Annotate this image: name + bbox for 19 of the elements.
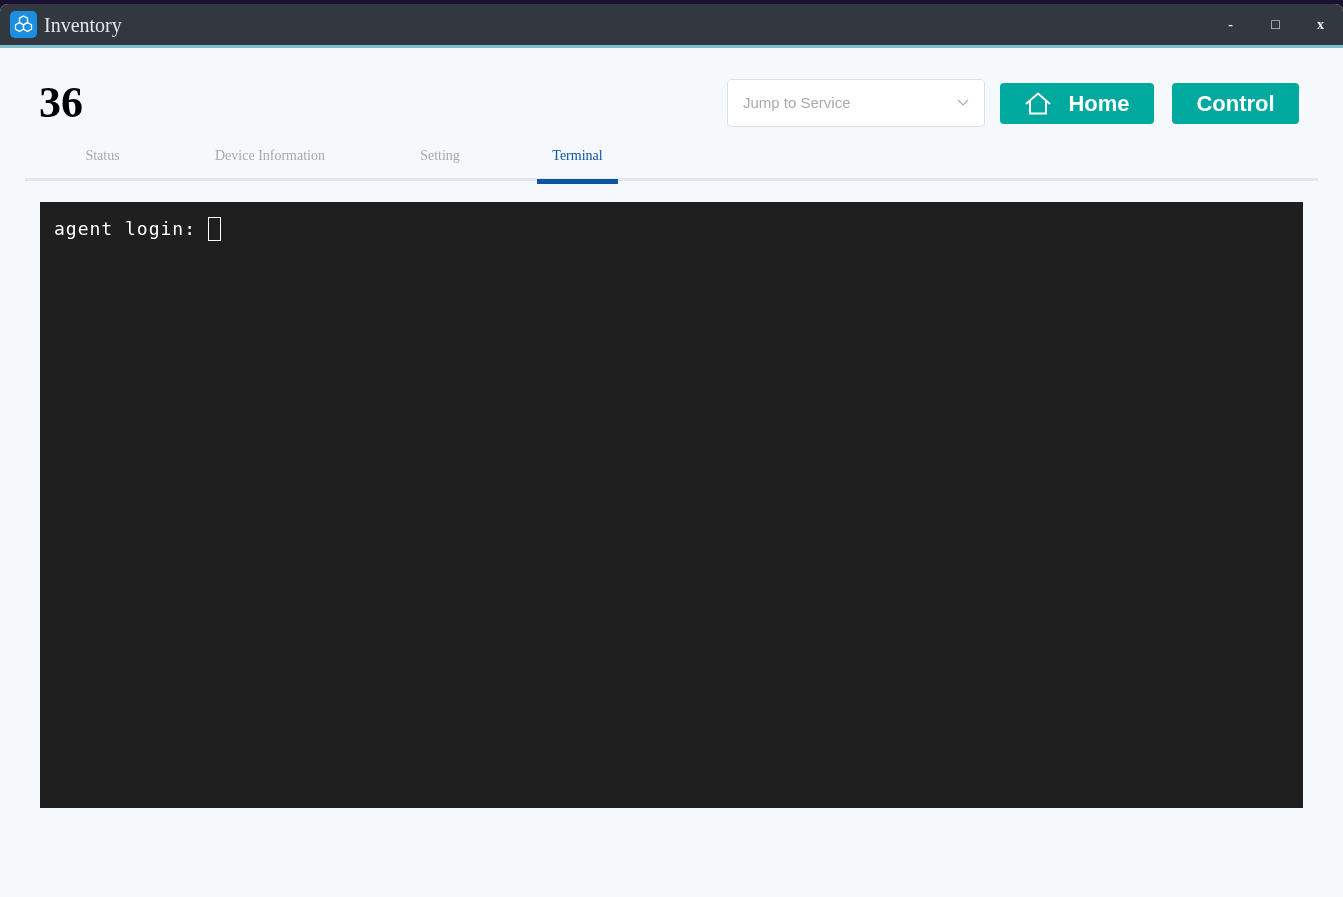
- tab[interactable]: Terminal: [537, 144, 618, 184]
- window-title: Inventory: [44, 12, 122, 39]
- close-button[interactable]: x: [1298, 4, 1343, 45]
- header-button[interactable]: Home: [1000, 82, 1154, 124]
- text-cursor: [208, 217, 222, 241]
- tab[interactable]: Device Information: [200, 144, 340, 184]
- minimize-button[interactable]: -: [1208, 4, 1253, 45]
- terminal-prompt: agent login:: [54, 217, 197, 241]
- terminal[interactable]: agent login:: [40, 202, 1303, 808]
- device-number: 36: [39, 81, 83, 125]
- tab[interactable]: Setting: [405, 144, 475, 184]
- tab[interactable]: Status: [70, 144, 135, 184]
- chevron-down-icon: [957, 99, 969, 107]
- home-icon: [1024, 91, 1053, 115]
- service-select[interactable]: Jump to Service: [727, 79, 985, 127]
- header-button[interactable]: Control: [1172, 82, 1299, 124]
- maximize-button[interactable]: □: [1253, 4, 1298, 45]
- select-placeholder: Jump to Service: [743, 92, 851, 113]
- cubes-icon: [10, 11, 37, 38]
